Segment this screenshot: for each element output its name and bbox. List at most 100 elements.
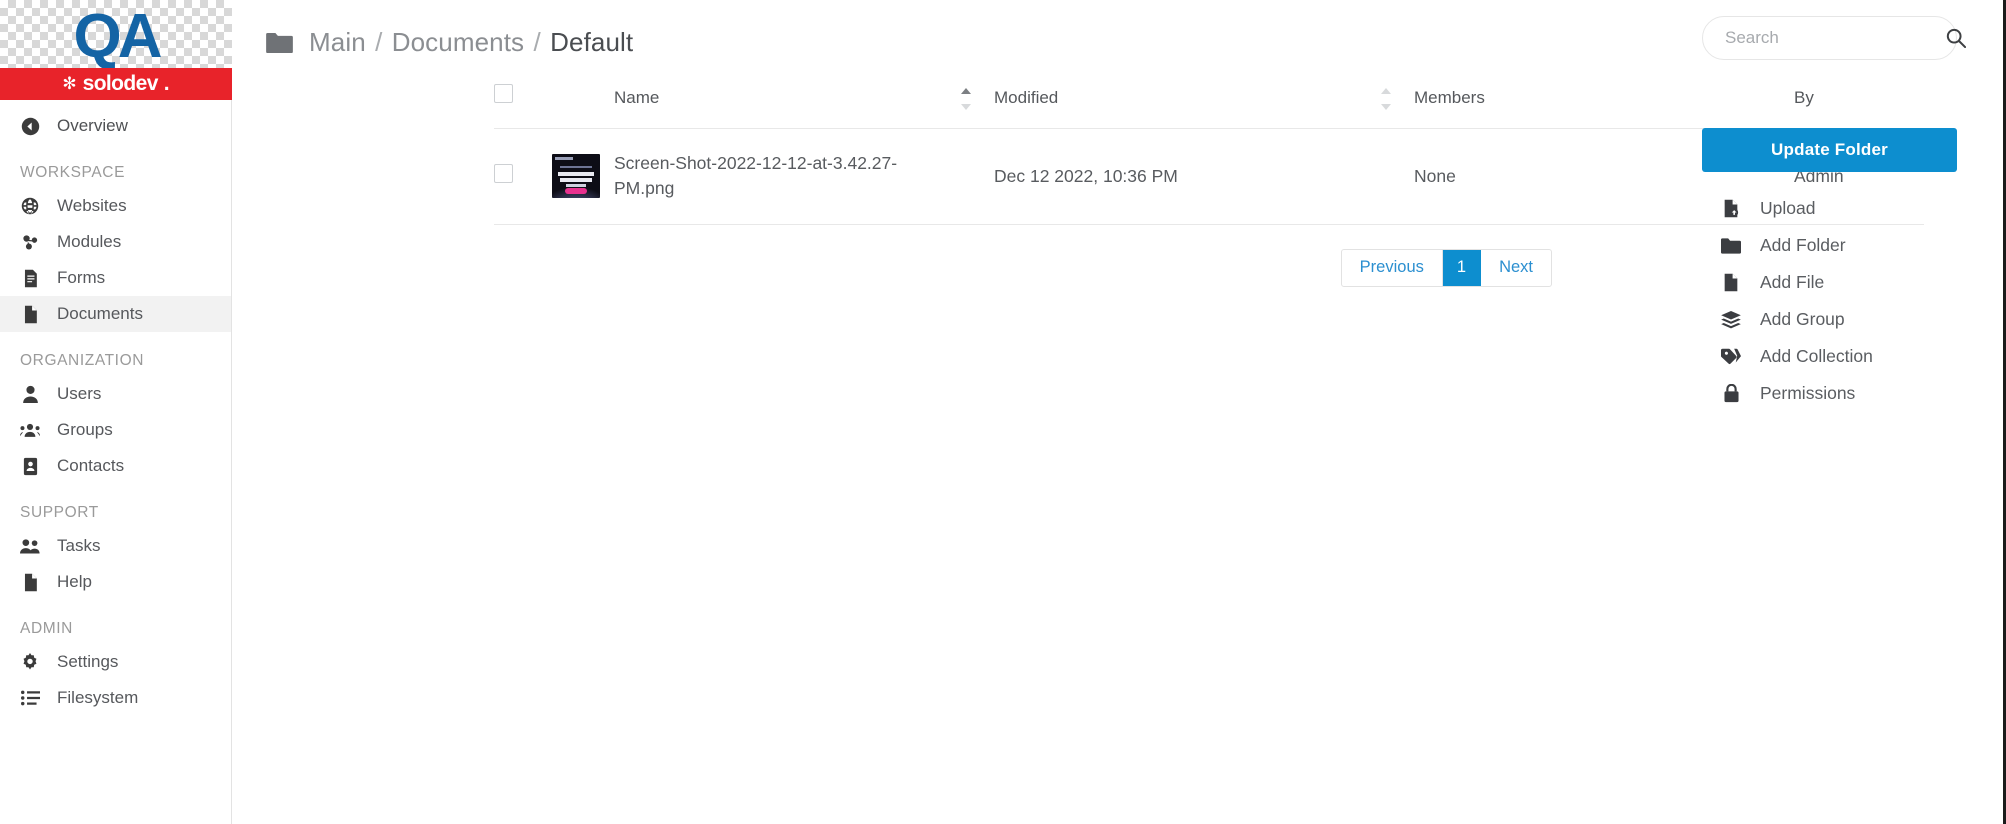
row-checkbox[interactable] [494, 164, 513, 184]
action-label: Add Group [1760, 309, 1845, 329]
sidebar-item-label: Documents [57, 304, 143, 323]
sidebar-item-help[interactable]: Help [0, 564, 231, 600]
breadcrumb-item-default: Default [550, 26, 634, 57]
sidebar-item-users[interactable]: Users [0, 376, 231, 412]
select-all-checkbox[interactable] [494, 84, 513, 103]
breadcrumb-item-main[interactable]: Main [309, 27, 366, 57]
sort-asc-arrow-icon [1381, 88, 1391, 94]
sidebar-item-overview[interactable]: Overview [0, 108, 231, 144]
column-label-name: Name [614, 88, 660, 107]
brand-logo[interactable]: QA ✻ solodev . [0, 0, 232, 100]
pagination-row: Previous 1 Next [494, 225, 1664, 287]
sidebar-item-websites[interactable]: Websites [0, 188, 231, 224]
solodev-wordmark: solodev [82, 72, 159, 95]
sidebar-item-modules[interactable]: Modules [0, 224, 231, 260]
document-icon [20, 304, 40, 324]
action-label: Add File [1760, 272, 1825, 292]
column-header-by: By [1794, 84, 1924, 129]
action-label: Permissions [1760, 383, 1856, 403]
sidebar-item-contacts[interactable]: Contacts [0, 448, 231, 484]
sidebar-group-support: SUPPORT [20, 504, 99, 521]
row-thumbnail-cell [552, 128, 614, 225]
sort-asc-arrow-icon [961, 88, 971, 94]
update-folder-button[interactable]: Update Folder [1702, 128, 1957, 172]
modules-icon [20, 232, 40, 252]
pagination-next[interactable]: Next [1481, 250, 1551, 286]
breadcrumb-separator: / [375, 26, 383, 57]
sidebar-item-forms[interactable]: Forms [0, 260, 231, 296]
sidebar: QA ✻ solodev . Overview WORKSPACE Websit [0, 0, 232, 824]
tasks-people-icon [20, 536, 40, 556]
pagination-previous[interactable]: Previous [1342, 249, 1443, 286]
list-icon [20, 688, 40, 708]
contact-card-icon [20, 456, 40, 476]
tags-icon [1721, 347, 1741, 367]
sidebar-item-label: Modules [57, 232, 122, 251]
groups-icon [20, 420, 40, 440]
gear-icon [20, 652, 40, 672]
sidebar-group-admin: ADMIN [20, 620, 73, 637]
row-select-cell [494, 128, 552, 225]
sidebar-item-label: Forms [57, 268, 106, 287]
action-upload[interactable]: Upload [1702, 190, 1957, 227]
sidebar-item-label: Overview [57, 116, 128, 135]
sidebar-item-settings[interactable]: Settings [0, 644, 231, 680]
user-icon [20, 384, 40, 404]
column-header-name[interactable]: Name [614, 84, 994, 129]
sort-toggle-modified[interactable] [1380, 88, 1392, 110]
table-header-row: Name Modified Members By [494, 84, 1924, 129]
search-box[interactable] [1702, 16, 1966, 60]
action-add-group[interactable]: Add Group [1702, 301, 1957, 338]
thumbnail-cta-button [565, 188, 587, 195]
action-label: Upload [1760, 198, 1816, 218]
pagination: Previous 1 Next [1340, 248, 1552, 287]
sidebar-item-label: Filesystem [57, 688, 139, 707]
document-icon [20, 572, 40, 592]
column-label-members: Members [1414, 88, 1485, 107]
thumbnail-top-label [555, 157, 573, 161]
column-header-modified[interactable]: Modified [994, 84, 1414, 129]
form-icon [20, 268, 40, 288]
column-label-modified: Modified [994, 88, 1059, 107]
sidebar-group-workspace: WORKSPACE [20, 164, 126, 181]
sort-toggle-name[interactable] [960, 88, 972, 110]
column-label-by: By [1794, 88, 1814, 107]
thumbnail-line-1 [560, 166, 592, 169]
thumbnail-line-2 [558, 172, 594, 177]
breadcrumb-separator: / [533, 26, 541, 57]
sidebar-item-tasks[interactable]: Tasks [0, 528, 231, 564]
documents-table-area: Name Modified Members By Screen-Shot-202… [232, 84, 1924, 287]
column-header-members: Members [1414, 84, 1794, 129]
action-add-folder[interactable]: Add Folder [1702, 227, 1957, 264]
main-content: Main / Documents / Default Search Name M… [232, 0, 2003, 824]
action-add-file[interactable]: Add File [1702, 264, 1957, 301]
breadcrumb: Main / Documents / Default [266, 27, 633, 58]
select-all-header [494, 84, 552, 129]
sidebar-group-organization: ORGANIZATION [20, 352, 145, 369]
search-input[interactable] [1725, 28, 1946, 48]
search-icon[interactable] [1946, 28, 1966, 48]
sidebar-item-label: Websites [57, 196, 127, 215]
sidebar-item-label: Help [57, 572, 92, 591]
action-permissions[interactable]: Permissions [1702, 375, 1957, 412]
back-circle-icon [20, 116, 40, 136]
breadcrumb-item-documents[interactable]: Documents [392, 27, 524, 57]
file-name-link[interactable]: Screen-Shot-2022-12-12-at-3.42.27-PM.png [614, 153, 897, 198]
sidebar-item-documents[interactable]: Documents [0, 296, 231, 332]
lock-icon [1721, 384, 1741, 404]
folder-icon [266, 32, 293, 53]
sidebar-item-filesystem[interactable]: Filesystem [0, 680, 231, 716]
sidebar-item-label: Groups [57, 420, 113, 439]
app-window: QA ✻ solodev . Overview WORKSPACE Websit [0, 0, 2006, 824]
sidebar-item-label: Tasks [57, 536, 101, 555]
solodev-dot: . [163, 72, 170, 95]
action-label: Add Folder [1760, 235, 1846, 255]
action-add-collection[interactable]: Add Collection [1702, 338, 1957, 375]
sidebar-item-groups[interactable]: Groups [0, 412, 231, 448]
pagination-page-1[interactable]: 1 [1442, 249, 1482, 286]
layers-icon [1721, 310, 1741, 330]
sidebar-item-label: Users [57, 384, 102, 403]
thumbnail-header [552, 84, 614, 129]
globe-icon [20, 196, 40, 216]
file-thumbnail[interactable] [552, 154, 600, 199]
